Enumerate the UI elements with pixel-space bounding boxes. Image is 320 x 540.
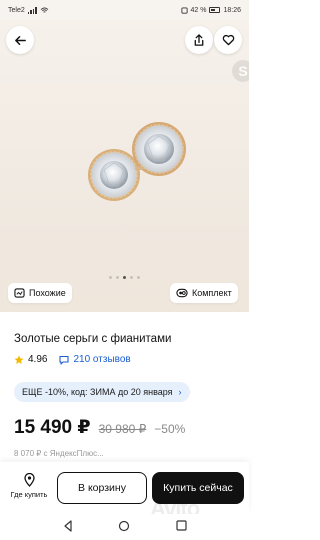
set-icon — [176, 288, 188, 298]
nfc-icon — [180, 6, 188, 14]
pagination-dot — [130, 276, 133, 279]
set-button[interactable]: Комплект — [170, 283, 238, 303]
chevron-right-icon: › — [178, 387, 182, 397]
reviews-link[interactable]: 210 отзывов — [73, 354, 130, 365]
where-label: Где купить — [10, 490, 48, 499]
gallery-pagination — [0, 276, 249, 279]
where-to-buy-button[interactable]: Где купить — [6, 473, 52, 499]
reviews-icon — [59, 355, 70, 365]
share-button[interactable] — [185, 26, 213, 54]
similar-label: Похожие — [29, 288, 66, 298]
nav-recents-icon[interactable] — [176, 520, 187, 531]
status-bar: Tele2 42 % 18:26 — [0, 0, 249, 20]
nav-back-icon[interactable] — [62, 520, 74, 532]
add-to-cart-button[interactable]: В корзину — [57, 472, 147, 504]
clock: 18:26 — [223, 6, 241, 14]
product-photo — [88, 122, 186, 201]
pagination-dot — [137, 276, 140, 279]
pagination-dot — [109, 276, 112, 279]
heart-icon — [222, 34, 234, 46]
old-price: 30 980 ₽ — [98, 422, 147, 436]
plus-price-text: 8 070 ₽ с ЯндексПлюс... — [14, 449, 104, 458]
product-gallery[interactable]: S Похожие Комплект — [0, 20, 249, 312]
promo-banner[interactable]: ЕЩЕ -10%, код: ЗИМА до 20 января › — [14, 382, 190, 402]
promo-text: ЕЩЕ -10%, код: ЗИМА до 20 января — [22, 387, 173, 397]
similar-icon — [14, 288, 25, 298]
favorite-button[interactable] — [214, 26, 242, 54]
price-row: 15 490 ₽ 30 980 ₽ −50% — [14, 416, 185, 439]
similar-button[interactable]: Похожие — [8, 283, 72, 303]
rating-row[interactable]: 4.96 210 отзывов — [14, 354, 131, 365]
carrier-label: Tele2 — [8, 6, 25, 14]
discount-badge: −50% — [154, 422, 186, 436]
product-title: Золотые серьги с фианитами — [14, 333, 172, 345]
pagination-dot-active — [123, 276, 126, 279]
wifi-icon — [40, 6, 49, 13]
seller-badge: S — [232, 60, 249, 82]
nav-home-icon[interactable] — [118, 520, 130, 532]
rating-value: 4.96 — [28, 354, 48, 365]
back-button[interactable] — [6, 26, 34, 54]
map-pin-icon — [23, 473, 35, 487]
star-icon — [14, 355, 24, 364]
current-price: 15 490 ₽ — [14, 417, 91, 438]
battery-icon — [209, 7, 221, 13]
share-icon — [194, 33, 204, 46]
pagination-dot — [116, 276, 119, 279]
system-nav-bar — [0, 514, 249, 540]
back-arrow-icon — [14, 35, 26, 45]
battery-percent: 42 % — [190, 6, 207, 14]
signal-icon — [27, 6, 37, 14]
set-label: Комплект — [192, 288, 232, 298]
action-bar: Где купить В корзину Купить сейчас — [0, 462, 249, 514]
